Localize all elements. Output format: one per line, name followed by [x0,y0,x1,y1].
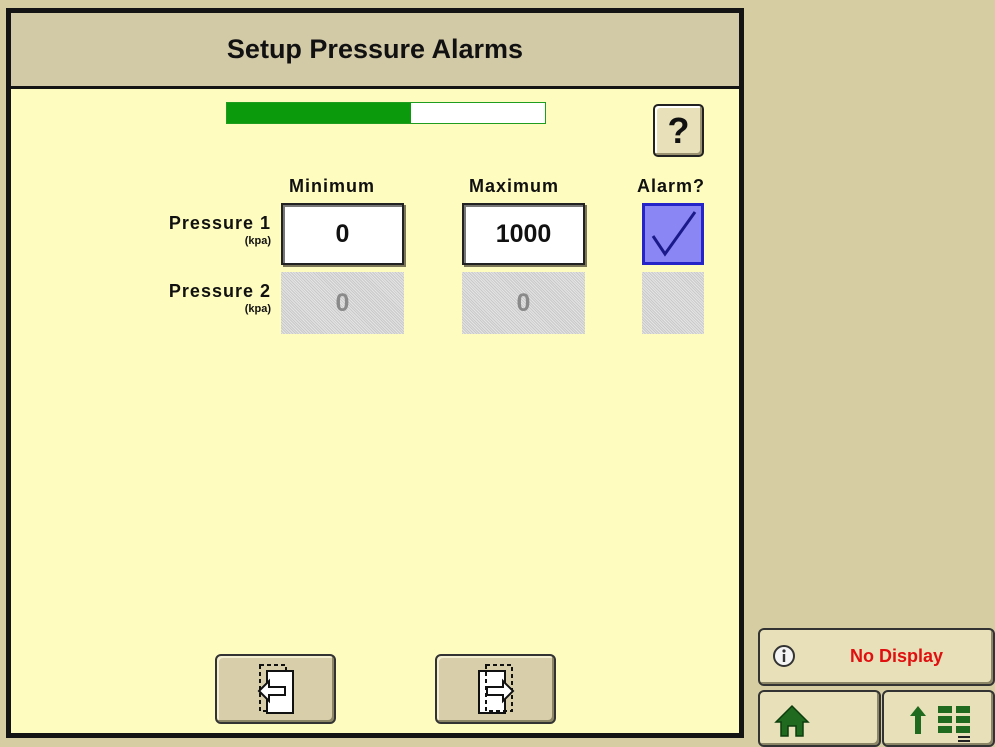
row-unit: (kpa) [244,303,271,315]
column-header-alarm: Alarm? [637,176,706,196]
pressure-1-min-field[interactable]: 0 [281,203,404,265]
info-icon [772,644,796,673]
page-title: Setup Pressure Alarms [11,13,739,89]
progress-bar [226,102,546,124]
menu-up-icon [910,706,970,742]
page-back-icon [257,664,294,714]
pressure-1-alarm-checkbox[interactable] [642,203,704,265]
help-button[interactable]: ? [653,104,704,157]
row-unit: (kpa) [244,235,271,247]
column-header-minimum: Minimum [289,176,375,196]
page-forward-icon [477,664,514,714]
status-box: No Display [758,628,995,686]
next-page-button[interactable] [435,654,556,724]
home-icon [774,704,810,737]
pressure-1-max-field[interactable]: 1000 [462,203,585,265]
column-header-maximum: Maximum [469,176,560,196]
home-button[interactable] [758,690,881,747]
row-label-pressure-1: Pressure 1 (kpa) [131,213,271,247]
progress-fill [227,103,412,123]
row-name: Pressure 2 [168,281,271,301]
pressure-2-min-field: 0 [281,272,404,334]
pressure-2-max-field: 0 [462,272,585,334]
checkmark-icon [651,211,697,257]
row-name: Pressure 1 [168,213,271,233]
menu-up-button[interactable] [882,690,995,747]
previous-page-button[interactable] [215,654,336,724]
setup-panel: Setup Pressure Alarms ? Minimum Maximum … [6,8,744,738]
pressure-2-alarm-checkbox [642,272,704,334]
status-text: No Display [850,646,944,666]
row-label-pressure-2: Pressure 2 (kpa) [131,281,271,315]
